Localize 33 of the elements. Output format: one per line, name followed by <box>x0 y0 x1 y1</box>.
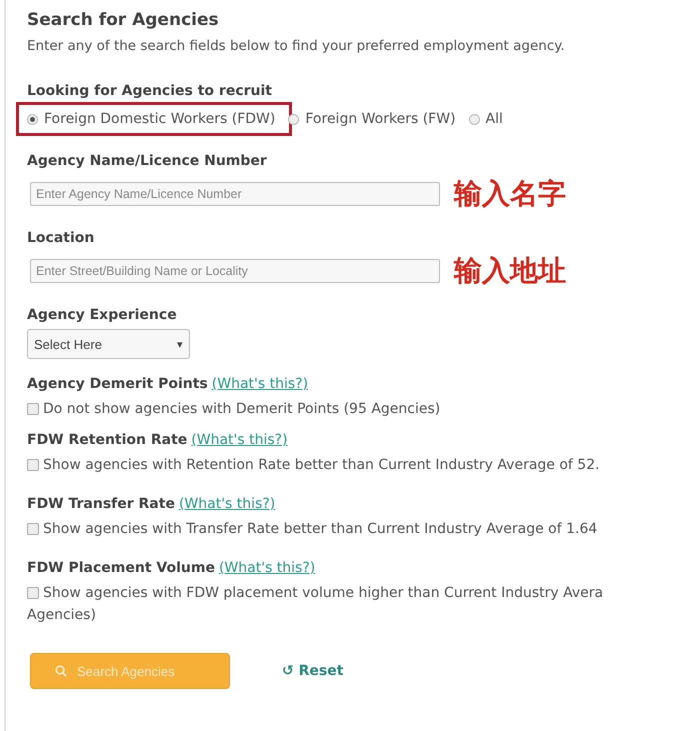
checkbox[interactable] <box>27 523 39 535</box>
field-label: Agency Experience <box>27 307 177 323</box>
dropdown[interactable]: Select Here ▾ <box>27 329 190 359</box>
checkbox-label[interactable]: Do not show agencies with Demerit Points (95 Agencies) <box>43 401 440 417</box>
checkbox-label[interactable]: Show agencies with FDW placement volume higher than Current Industry Avera <box>43 585 604 601</box>
field-label: FDW Placement Volume <box>27 560 215 576</box>
search-icon <box>55 665 67 677</box>
radio-label[interactable]: Foreign Workers (FW) <box>305 111 456 127</box>
caret-icon: ▾ <box>177 338 183 350</box>
field-label: FDW Transfer Rate <box>27 496 175 512</box>
form-title: Search for Agencies <box>27 10 220 30</box>
checkbox[interactable] <box>27 403 39 415</box>
radio-button[interactable] <box>27 114 38 124</box>
field-label: Looking for Agencies to recruit <box>27 83 272 99</box>
form-description: Enter any of the search fields below to find your preferred employment agency. <box>27 38 566 54</box>
checkbox-label[interactable]: Show agencies with Retention Rate better than Current Industry Average of 52. <box>43 457 600 473</box>
checkbox-label[interactable]: Agencies) <box>27 607 96 623</box>
input-field[interactable]: Enter Agency Name/Licence Number <box>30 182 440 206</box>
input-field[interactable]: Enter Street/Building Name or Locality <box>30 259 440 283</box>
checkbox-label[interactable]: Show agencies with Transfer Rate better than Current Industry Average of 1.64 <box>43 521 598 537</box>
checkbox[interactable] <box>27 459 39 471</box>
checkbox[interactable] <box>27 587 39 599</box>
field-label: FDW Retention Rate <box>27 432 188 448</box>
radio-label[interactable]: Foreign Domestic Workers (FDW) <box>44 111 276 127</box>
annotation-text: 输入地址 <box>454 253 566 289</box>
radio-button[interactable] <box>468 114 480 124</box>
field-label: Location <box>27 230 94 246</box>
annotation-text: 输入名字 <box>454 176 566 212</box>
field-label: Agency Name/Licence Number <box>27 153 267 169</box>
reset-button[interactable]: ↺ Reset <box>282 663 344 679</box>
radio-button[interactable] <box>288 114 300 124</box>
radio-label[interactable]: All <box>486 111 503 127</box>
field-label: Agency Demerit Points <box>27 376 208 392</box>
